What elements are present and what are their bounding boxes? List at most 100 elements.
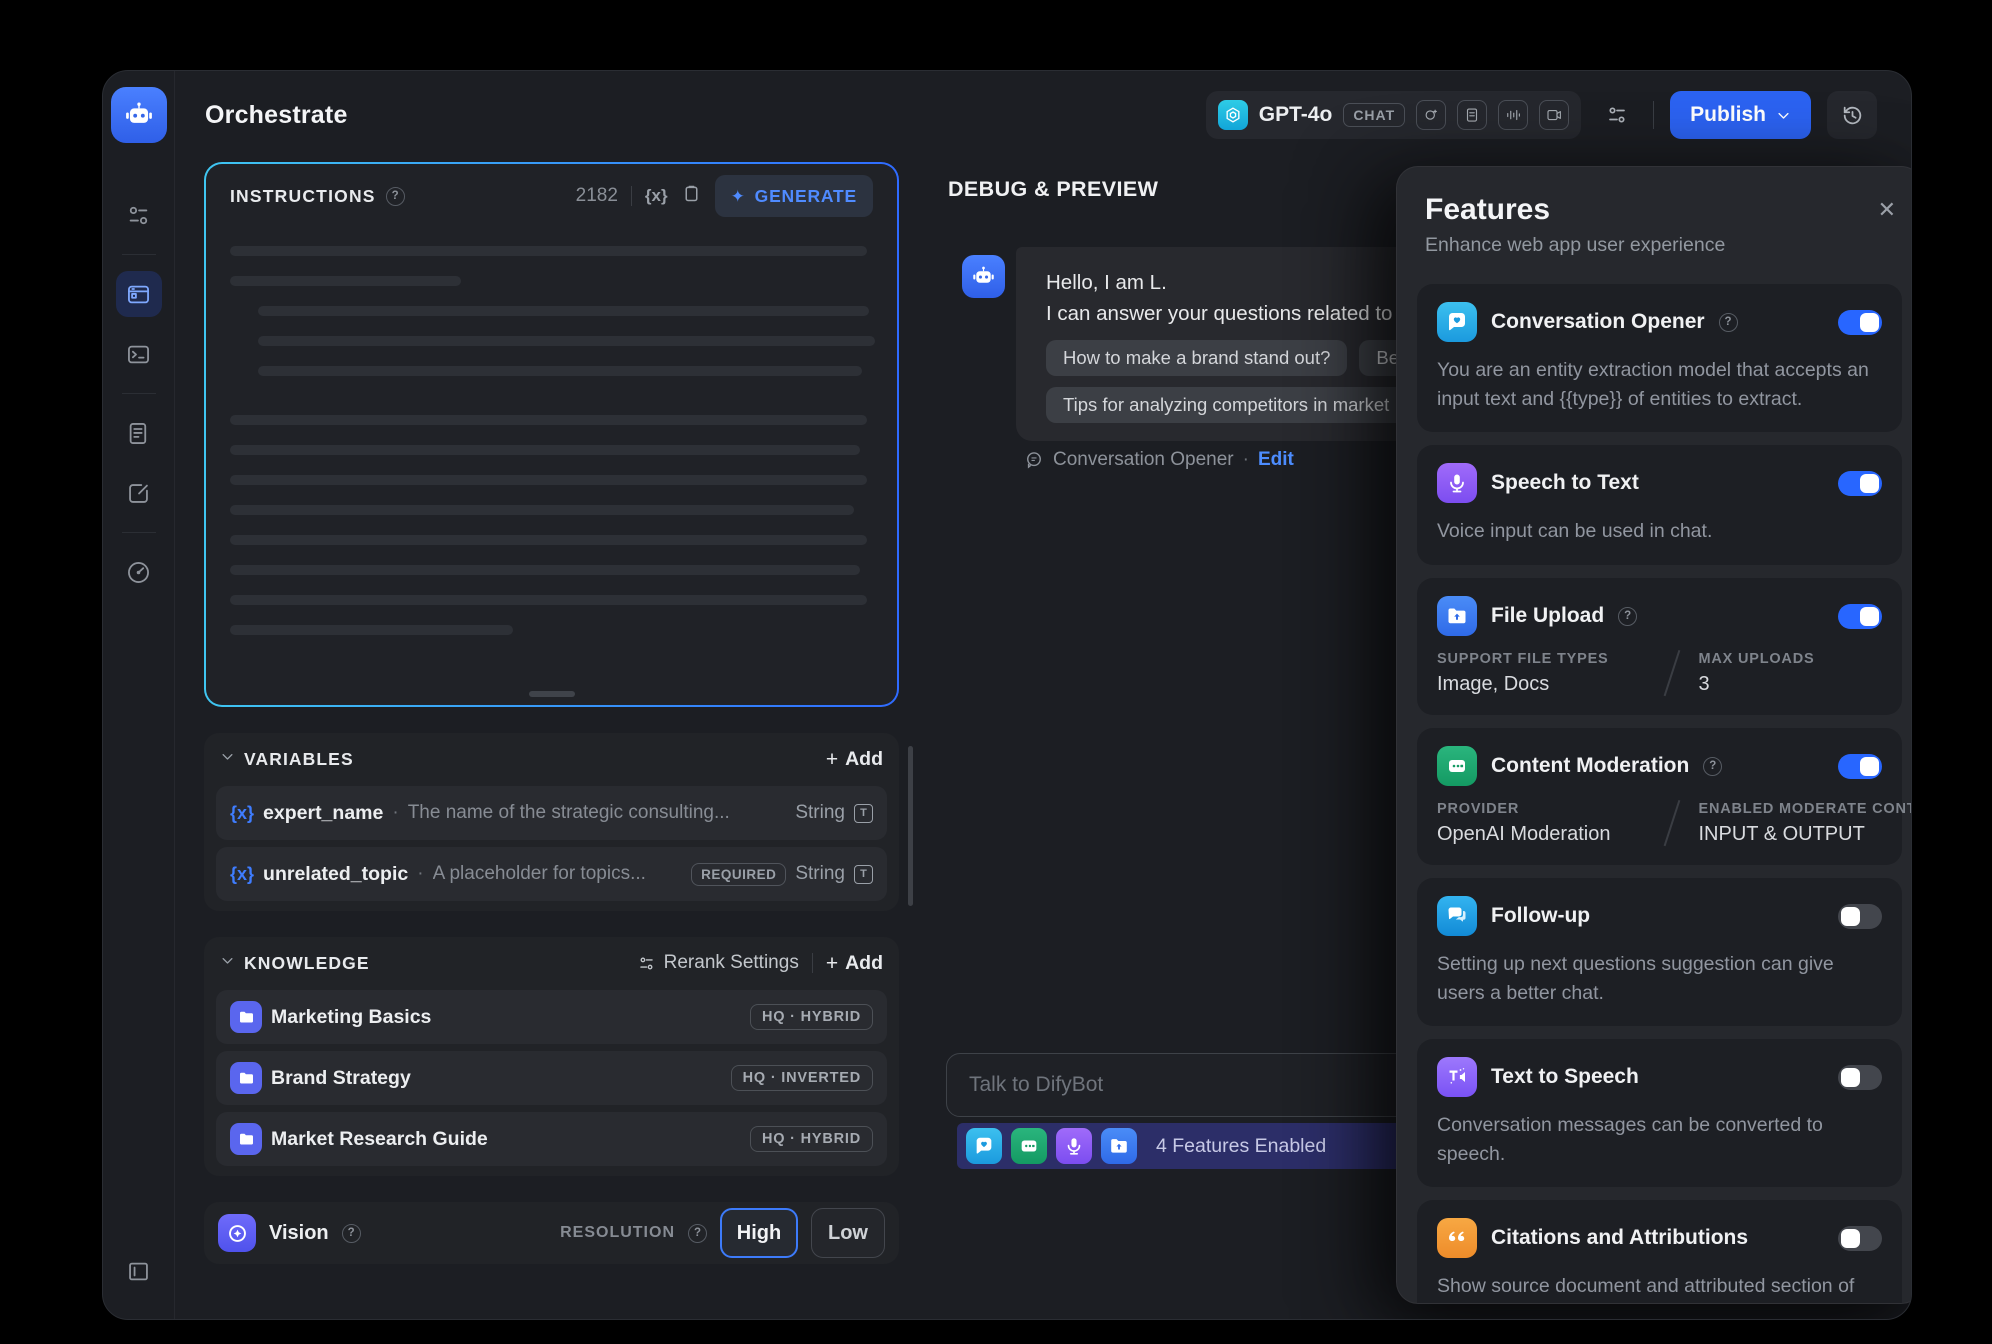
text-to-speech-icon (1437, 1057, 1477, 1097)
copy-clipboard-icon[interactable] (681, 183, 702, 209)
chevron-down-icon[interactable] (220, 749, 235, 769)
variable-row[interactable]: {x} expert_name · The name of the strate… (216, 786, 887, 840)
chevron-down-icon[interactable] (220, 953, 235, 973)
speech-to-text-toggle[interactable] (1838, 471, 1882, 496)
citations-toggle[interactable] (1838, 1226, 1882, 1251)
field-value: 3 (1699, 673, 1815, 696)
toolbar-divider (631, 186, 632, 206)
suggestion-chip[interactable]: Tips for analyzing competitors in market (1046, 387, 1406, 423)
sidebar-item-logs[interactable] (116, 410, 162, 456)
add-variable-button[interactable]: +Add (826, 748, 883, 771)
app-window: Orchestrate GPT-4o CHAT (102, 70, 1912, 1320)
text-to-speech-toggle[interactable] (1838, 1065, 1882, 1090)
feature-description: Conversation messages can be converted t… (1437, 1111, 1882, 1169)
knowledge-row[interactable]: Marketing Basics HQ · HYBRID (216, 990, 887, 1044)
help-icon[interactable]: ? (1719, 313, 1738, 332)
variable-icon: {x} (230, 864, 254, 885)
file-upload-toggle[interactable] (1838, 604, 1882, 629)
variables-title: VARIABLES (244, 749, 354, 770)
string-type-icon: T (854, 865, 873, 884)
feature-card-citations: Citations and Attributions Show source d… (1417, 1200, 1902, 1304)
variable-name: unrelated_topic (263, 863, 408, 886)
content-moderation-icon (1437, 746, 1477, 786)
feature-title: Content Moderation (1491, 754, 1689, 778)
scrollbar-thumb[interactable] (908, 746, 913, 906)
features-panel: Features Enhance web app user experience… (1396, 166, 1912, 1304)
file-upload-icon (1101, 1128, 1137, 1164)
conversation-opener-toggle[interactable] (1838, 310, 1882, 335)
knowledge-badge: HQ · HYBRID (750, 1004, 873, 1030)
knowledge-name: Marketing Basics (271, 1006, 431, 1029)
instructions-skeleton-text (230, 228, 873, 635)
vision-icon (218, 1214, 256, 1252)
chat-bubble-icon (1024, 450, 1044, 470)
feature-title: File Upload (1491, 604, 1604, 628)
variable-row[interactable]: {x} unrelated_topic · A placeholder for … (216, 847, 887, 901)
features-enabled-label: 4 Features Enabled (1156, 1135, 1326, 1158)
suggestion-chip[interactable]: How to make a brand stand out? (1046, 340, 1347, 376)
feature-card-text-to-speech: Text to Speech Conversation messages can… (1417, 1039, 1902, 1187)
feature-title: Follow-up (1491, 904, 1590, 928)
resolution-low-button[interactable]: Low (811, 1208, 885, 1258)
sidebar-item-orchestrate[interactable] (116, 271, 162, 317)
char-count: 2182 (576, 185, 618, 207)
feature-card-content-moderation: Content Moderation ? PROVIDER OpenAI Mod… (1417, 728, 1902, 865)
variables-section: VARIABLES +Add {x} expert_name · The nam… (204, 733, 899, 911)
resolution-high-button[interactable]: High (720, 1208, 798, 1258)
insert-variable-icon[interactable]: {x} (645, 186, 668, 206)
close-icon[interactable]: ✕ (1878, 197, 1896, 223)
feature-card-file-upload: File Upload ? SUPPORT FILE TYPES Image, … (1417, 578, 1902, 715)
sidebar-item-annotations[interactable] (116, 470, 162, 516)
vision-title: Vision (269, 1222, 329, 1245)
field-divider (1664, 650, 1680, 696)
help-icon[interactable]: ? (386, 187, 405, 206)
folder-icon (230, 1123, 262, 1155)
debug-preview-title: DEBUG & PREVIEW (948, 177, 1158, 202)
bot-avatar (962, 255, 1005, 298)
sparkle-icon: ✦ (731, 188, 746, 205)
knowledge-row[interactable]: Brand Strategy HQ · INVERTED (216, 1051, 887, 1105)
variable-desc: The name of the strategic consulting... (408, 802, 787, 824)
content-moderation-icon (1011, 1128, 1047, 1164)
resize-handle[interactable] (529, 691, 575, 697)
feature-title: Text to Speech (1491, 1065, 1639, 1089)
string-type-icon: T (854, 804, 873, 823)
field-value: OpenAI Moderation (1437, 823, 1645, 846)
knowledge-title: KNOWLEDGE (244, 953, 370, 974)
help-icon[interactable]: ? (1618, 607, 1637, 626)
knowledge-row[interactable]: Market Research Guide HQ · HYBRID (216, 1112, 887, 1166)
speech-to-text-icon (1437, 463, 1477, 503)
config-column: INSTRUCTIONS ? 2182 {x} ✦ GENERATE (204, 162, 899, 1264)
feature-description: Show source document and attributed sect… (1437, 1272, 1882, 1304)
sidebar-item-terminal[interactable] (116, 331, 162, 377)
field-value: INPUT & OUTPUT (1699, 823, 1913, 846)
add-knowledge-button[interactable]: +Add (826, 952, 883, 975)
settings-sliders-icon[interactable] (116, 192, 162, 238)
feature-description: Setting up next questions suggestion can… (1437, 950, 1882, 1008)
feature-title: Conversation Opener (1491, 310, 1705, 334)
content-moderation-toggle[interactable] (1838, 754, 1882, 779)
citations-icon (1437, 1218, 1477, 1258)
field-label: SUPPORT FILE TYPES (1437, 651, 1645, 667)
field-label: MAX UPLOADS (1699, 651, 1815, 667)
field-value: Image, Docs (1437, 673, 1645, 696)
generate-button[interactable]: ✦ GENERATE (715, 175, 873, 217)
help-icon[interactable]: ? (688, 1224, 707, 1243)
variable-desc: A placeholder for topics... (433, 863, 683, 885)
knowledge-badge: HQ · HYBRID (750, 1126, 873, 1152)
folder-icon (230, 1062, 262, 1094)
app-logo-robot-icon (111, 87, 167, 143)
collapse-panel-icon[interactable] (116, 1248, 162, 1294)
speech-to-text-icon (1056, 1128, 1092, 1164)
variable-type: String (795, 802, 845, 824)
feature-description: Voice input can be used in chat. (1437, 517, 1882, 546)
rerank-settings-button[interactable]: Rerank Settings (637, 952, 799, 974)
sidebar-divider (122, 393, 156, 394)
sidebar-item-monitoring[interactable] (116, 549, 162, 595)
help-icon[interactable]: ? (342, 1224, 361, 1243)
edit-opener-link[interactable]: Edit (1258, 449, 1294, 471)
variable-icon: {x} (230, 803, 254, 824)
follow-up-toggle[interactable] (1838, 904, 1882, 929)
help-icon[interactable]: ? (1703, 757, 1722, 776)
section-divider (812, 953, 813, 973)
